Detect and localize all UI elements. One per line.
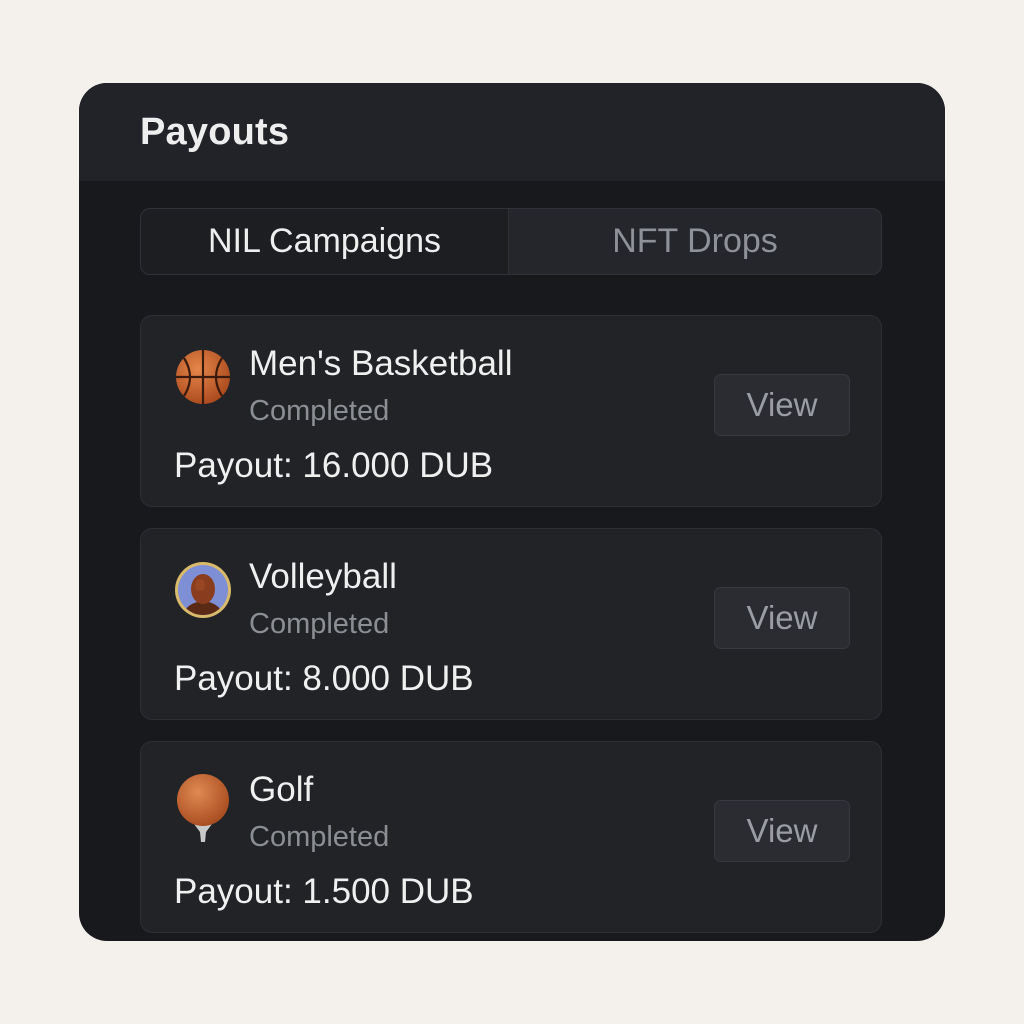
payout-amount: Payout: 8.000 DUB (174, 659, 474, 698)
tab-nil-campaigns[interactable]: NIL Campaigns (141, 209, 509, 274)
payout-amount: Payout: 16.000 DUB (174, 446, 494, 485)
payouts-panel: Payouts NIL Campaigns NFT Drops Men's Ba… (79, 83, 945, 941)
athlete-avatar-icon (175, 562, 231, 618)
page-title: Payouts (140, 110, 290, 153)
golf-ball-on-tee-icon (177, 774, 229, 842)
payout-card-mens-basketball: Men's Basketball Completed Payout: 16.00… (140, 315, 882, 507)
panel-header: Payouts (79, 83, 945, 181)
status-label: Completed (249, 395, 390, 427)
campaign-name: Volleyball (249, 557, 397, 596)
payout-amount: Payout: 1.500 DUB (174, 872, 474, 911)
campaign-name: Golf (249, 770, 314, 809)
tab-nft-drops[interactable]: NFT Drops (509, 209, 881, 274)
view-button[interactable]: View (714, 587, 850, 649)
payout-card-golf: Golf Completed Payout: 1.500 DUB View (140, 741, 882, 933)
payout-card-volleyball: Volleyball Completed Payout: 8.000 DUB V… (140, 528, 882, 720)
view-button[interactable]: View (714, 374, 850, 436)
basketball-icon (176, 350, 230, 404)
campaign-name: Men's Basketball (249, 344, 513, 383)
view-button[interactable]: View (714, 800, 850, 862)
tab-bar: NIL Campaigns NFT Drops (140, 208, 882, 275)
status-label: Completed (249, 821, 390, 853)
status-label: Completed (249, 608, 390, 640)
